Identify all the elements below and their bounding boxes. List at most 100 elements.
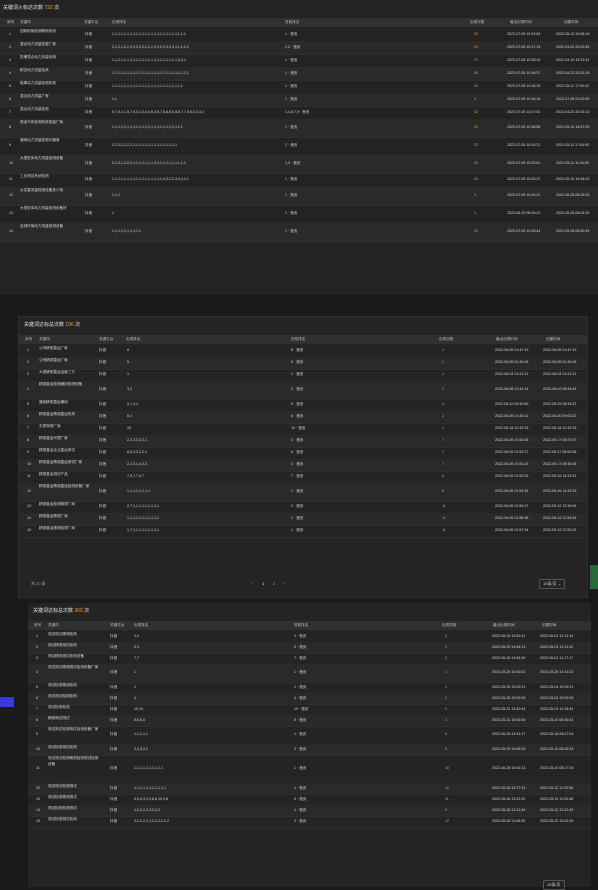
table-row[interactable]: 15 精测直运精测检测厂商 抖音 1,7,1,1,1,1,1,1,1,1,1 1 · 首… [19,525,587,538]
row-last-seen: 2022-05-31 15:52:55 [492,717,526,722]
table-row[interactable]: 6 混合动力流量厂家 抖音 1,1 1 · 首页 2 2022-07-05 10:18:16… [0,93,598,107]
table-row[interactable]: 4 测试测试精测测试检测设备厂家 抖音 1 1 · 首页 1 2022-05-25 10:3… [28,664,591,683]
row-index: 2 [27,360,29,364]
row-keyword: 火花塞流量检测设备多少钱 [20,188,64,192]
row-platform: 抖音 [85,96,93,101]
row-top-rank: 1 · 首页 [291,372,304,376]
row-top-rank: 5 · 首页 [291,402,304,406]
row-platform: 抖音 [110,684,118,689]
row-platform: 抖音 [85,161,93,165]
row-last-seen: 2022-05-25 10:09:26 [492,695,526,700]
sidebar-active-marker[interactable] [0,697,14,707]
row-created: 2022-05-18 08:27:04 [540,732,574,736]
row-created: 2022-05-18 12:40:15 [543,426,577,430]
table-row[interactable]: 5 阻車动力流量检测机构 抖音 1,1,1,1,1,1,1,1,1,1,1,1,1,1… [0,80,598,94]
col-top-rank: 进前排名 [291,337,306,341]
row-count: 1 [445,695,447,700]
row-created: 2022-05-11 17:00:02 [556,83,590,88]
next-page-button[interactable]: › [284,581,285,586]
row-platform: 抖音 [110,670,118,674]
row-platform: 抖音 [99,450,107,454]
page-1-button[interactable]: 1 [262,581,264,586]
row-index: 5 [9,83,11,88]
table-row[interactable]: 7 混合动力流量检测 抖音 9,7,5,4,1,9,7,5,3,1,3,4,4,6,4… [0,106,598,120]
row-platform: 抖音 [110,655,118,660]
col-last-seen: 最近出现时间 [496,337,518,341]
table-row[interactable]: 4 精测直运检测通用检测设备 抖音 3,2 3 · 首页 2 2022-06-08 21:4… [19,381,587,400]
row-index: 3 [9,57,11,62]
table-row[interactable]: 12 火花塞流量检测设备多少钱 抖音 1,1,1 1 · 首页 3 2022-07-05 1… [0,187,598,206]
row-count: 1 [445,684,447,689]
row-count: 1 [442,372,444,376]
row-ranks: 1,1,1,1,1,1,1,1 [127,489,150,493]
row-count: 22 [474,143,478,147]
row-top-rank: 1 · 首页 [294,785,307,790]
row-top-rank: 4 · 首页 [294,695,307,700]
table-row[interactable]: 9 测试测试检测测试检测设备厂家 抖音 1,1,1,1,1 1 · 首页 5 2022-06… [28,726,591,745]
table-row[interactable]: 14 自然环境动力流量检测设备 抖音 1,1,1,1,1,1,1,1,1,1 1 · 首… [0,223,598,242]
table-row[interactable]: 8 燃油气体检测系统测量厂商 抖音 1,1,1,1,1,1,1,1,1,1,1,1,1… [0,119,598,138]
row-ranks: 1,1,1,1,1,1,1,1,1,1,1 [134,785,166,790]
row-top-rank: 6 · 首页 [291,450,304,454]
col-count: 出现次数 [470,20,485,24]
table-row[interactable]: 12 精测直运精测直运检测设备厂家 抖音 1,1,1,1,1,1,1,1 1 · 首页 8… [19,483,587,502]
row-last-seen: 2022-06-05 21:54:36 [495,489,529,493]
col-top-rank: 进前排名 [294,623,309,627]
row-top-rank: 10 · 首页 [294,706,309,711]
table-row[interactable]: 11 测试测试检测精测检测测试检测设备 抖音 1,1,1,1,1,1,1,1,1,1 1… [28,755,591,784]
row-top-rank: 5 · 首页 [291,360,304,364]
row-top-rank: 2 · 首页 [294,818,307,823]
row-index: 4 [36,670,38,674]
col-count: 出现次数 [442,623,457,627]
row-top-rank: 10 · 首页 [291,426,306,430]
row-ranks: 10 [127,426,131,430]
table-row[interactable]: 2 混合动力流量性能厂家 抖音 2,1,2,1,2,2,2,2,2,2,2,2,2,2… [0,41,598,55]
row-top-rank: 1,2 · 首页 [285,44,301,49]
row-platform: 抖音 [99,414,107,418]
row-created: 2022-05-12 12:54:54 [543,516,577,520]
row-keyword: 精测直运代理厂家 [39,436,68,440]
row-ranks: 2,1,2,1,2,2,2,2,2,2,2,2,2,2,2,2,2,2,3,3,… [112,44,189,49]
row-ranks: 1,2,2,2,2,2,2,2,2 [134,807,160,812]
page-size-select[interactable]: 15条/页 [543,880,565,890]
row-last-seen: 2022-05-25 10:30:22 [492,670,526,674]
row-ranks: 9,7,5,4,1,9,7,5,3,1,3,4,4,6,4,6,7,6,8,8,… [112,109,204,114]
scrollbar-thumb[interactable] [590,565,598,589]
row-index: 14 [9,229,13,233]
row-index: 10 [27,462,31,466]
table-row[interactable]: 4 耐空动力流量技术 抖音 1,1,1,1,1,1,1,1,1,1,1,1,1,1,1… [0,67,598,81]
table-row[interactable]: 15 测试检测测试检测 抖音 2,2,2,2,2,2,2,2,2,2,2,2 2 · 首… [28,816,591,828]
page-size-select[interactable]: 15条/页 ⌄ [539,579,566,589]
prev-page-button[interactable]: ‹ [251,581,252,586]
row-last-seen: 2022-05-31 13:40:43 [492,706,526,711]
row-ranks: 1 [112,211,114,215]
row-last-seen: 2022-06-05 21:52:27 [495,450,529,454]
table-header: 序号 关键词 关键平台 出现排名 进前排名 出现次数 最近出现时间 创建时间 [28,621,591,630]
row-created: 2022-05-17 08:57:57 [543,438,577,442]
table-row[interactable]: 3 防爆混合动力流量检测 抖音 1,1,2,1,1,1,1,1,1,1,1,1,1,1… [0,54,598,68]
row-created: 2022-06-02 08:48:45 [543,387,577,391]
row-index: 3 [27,372,29,376]
row-last-seen: 2022-06-08 21:43:14 [495,387,529,391]
row-top-rank: 1 · 首页 [285,96,298,101]
row-last-seen: 2022-07-05 10:33:22 [507,177,541,181]
row-ranks: 5,5,4,3,3,3,8,8,10,9,8 [134,796,168,801]
table-row[interactable]: 11 工业测控系统检测 抖音 1,1,1,1,1,1,1,1,1,1,1,1,1,1,… [0,173,598,188]
row-index: 8 [36,717,38,722]
row-ranks: 4 [134,695,136,700]
row-ranks: 1,1,1,1,1,1,1,1,1,1,1,1,1,1,1,1,1,1,1,1,… [112,83,183,88]
row-last-seen: 2022-06-05 21:50:37 [495,504,529,508]
page-2-button[interactable]: 2 [273,581,275,586]
table-row[interactable]: 10 大型缸体动力流量检测设备 抖音 3,1,3,1,3,2,2,1,1,1,1,1,… [0,155,598,174]
row-keyword: 通用精测直运通用 [39,400,68,404]
row-keyword: 精测直运企业直运测试 [39,448,75,452]
table-row[interactable]: 13 大型缸体动力流量检测设备好 抖音 1 1 · 首页 1 2022-06-29 08:2… [0,205,598,224]
row-platform: 抖音 [85,44,93,49]
row-ranks: 2,2,2,2,2,2,2,2,2,2,2,2 [134,818,169,823]
table-row[interactable]: 9 通用动力流量检测仪器商 抖音 2,2,2,2,2,2,2,1,1,1,1,1,1,… [0,137,598,156]
row-last-seen: 2022-05-25 13:09:21 [492,684,526,689]
row-ranks: 2,2,2,2,2,2,2,1,1,1,1,1,1,1,1,1,1,1,1,1,… [112,143,177,147]
row-ranks: 3,2 [127,387,132,391]
table-row[interactable]: 1 回转机械检测精测系统 抖音 1,1,1,1,1,1,1,1,1,1,1,1,1,1… [0,28,598,42]
keyword-panel-2: 关键词达标总次数 196 次 序号 关键词 关键平台 出现排名 进前排名 出现次… [18,316,588,598]
